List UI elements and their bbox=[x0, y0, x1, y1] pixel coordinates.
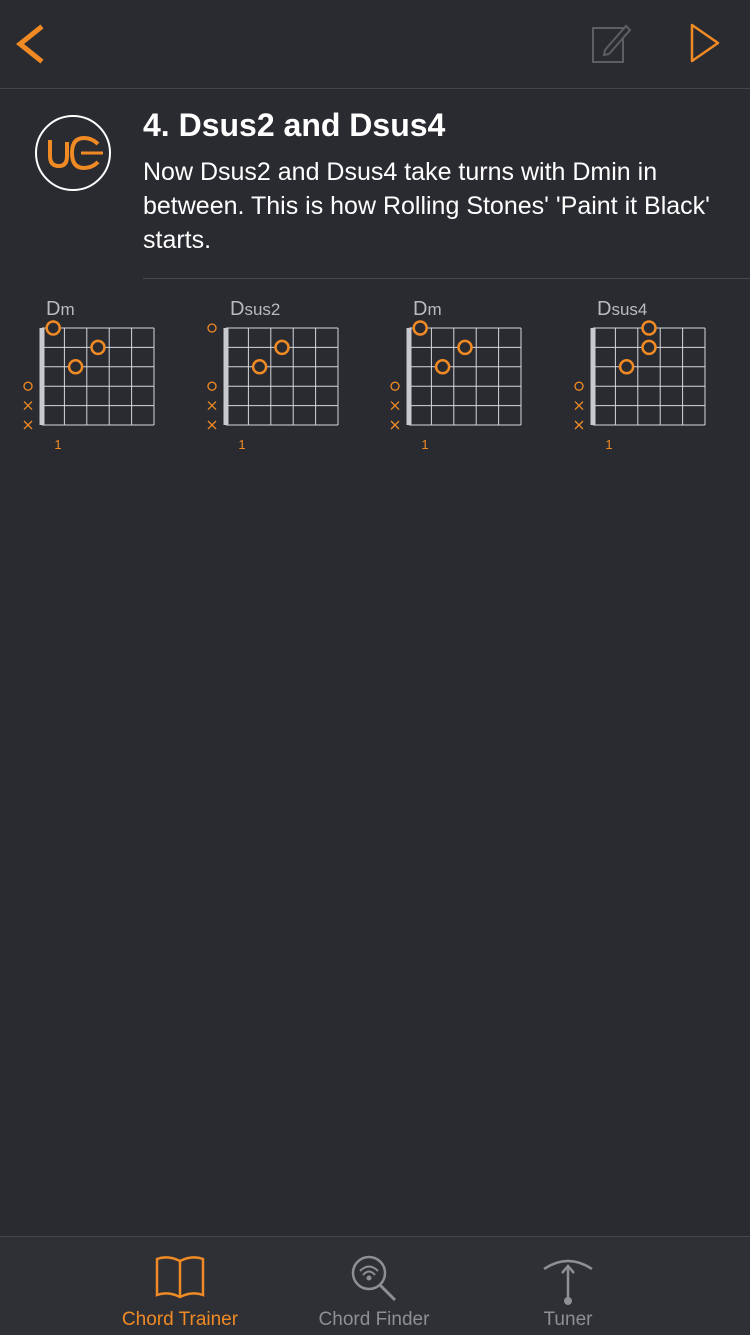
chord-name: Dsus2 bbox=[230, 298, 280, 320]
open-string-marker bbox=[390, 381, 400, 391]
finger-dot bbox=[90, 339, 106, 356]
divider bbox=[143, 278, 750, 279]
tab-label: Tuner bbox=[543, 1309, 593, 1330]
play-icon[interactable] bbox=[684, 20, 726, 66]
finger-dot bbox=[641, 320, 657, 336]
open-string-marker bbox=[23, 381, 33, 391]
open-string-marker bbox=[207, 381, 217, 391]
chord-diagrams: Dm 1 Dsus2 1 Dm 1 Dsus4 1 bbox=[23, 298, 706, 452]
nut bbox=[39, 328, 45, 425]
finger-dot bbox=[412, 320, 428, 336]
fret-number-label: 1 bbox=[605, 437, 612, 452]
tab-label: Chord Trainer bbox=[121, 1309, 239, 1330]
nut bbox=[406, 328, 412, 425]
finger-dot bbox=[274, 339, 290, 356]
chord-name: Dm bbox=[46, 298, 75, 320]
tab-tuner[interactable]: Tuner bbox=[468, 1237, 668, 1335]
open-string-marker bbox=[574, 381, 584, 391]
finger-dot bbox=[641, 339, 657, 356]
finger-dot bbox=[45, 320, 61, 336]
tab-label: Chord Finder bbox=[318, 1309, 430, 1330]
finger-dot bbox=[251, 359, 268, 375]
finger-dot bbox=[457, 339, 473, 356]
tab-chord-trainer[interactable]: Chord Trainer bbox=[80, 1237, 280, 1335]
chevron-left-icon[interactable] bbox=[12, 22, 52, 66]
tab-bar: Chord Trainer Chord Finder Tuner bbox=[0, 1236, 750, 1335]
nut bbox=[223, 328, 229, 425]
book-icon bbox=[155, 1256, 205, 1299]
magnifier-icon bbox=[351, 1255, 397, 1302]
finger-dot bbox=[67, 359, 84, 375]
lesson-logo bbox=[35, 115, 111, 191]
lesson-title: 4. Dsus2 and Dsus4 bbox=[143, 107, 446, 143]
chord-name: Dsus4 bbox=[597, 298, 647, 320]
fret-number-label: 1 bbox=[421, 437, 428, 452]
edit-icon[interactable] bbox=[588, 20, 634, 66]
open-string-marker bbox=[207, 323, 217, 333]
finger-dot bbox=[434, 359, 451, 375]
tab-chord-finder[interactable]: Chord Finder bbox=[274, 1237, 474, 1335]
tuning-fork-icon bbox=[543, 1259, 593, 1305]
nut bbox=[590, 328, 596, 425]
fret-number-label: 1 bbox=[54, 437, 61, 452]
top-bar bbox=[0, 0, 750, 89]
fret-number-label: 1 bbox=[238, 437, 245, 452]
chord-name: Dm bbox=[413, 298, 442, 320]
lesson-description: Now Dsus2 and Dsus4 take turns with Dmin… bbox=[143, 158, 710, 254]
finger-dot bbox=[618, 359, 635, 375]
